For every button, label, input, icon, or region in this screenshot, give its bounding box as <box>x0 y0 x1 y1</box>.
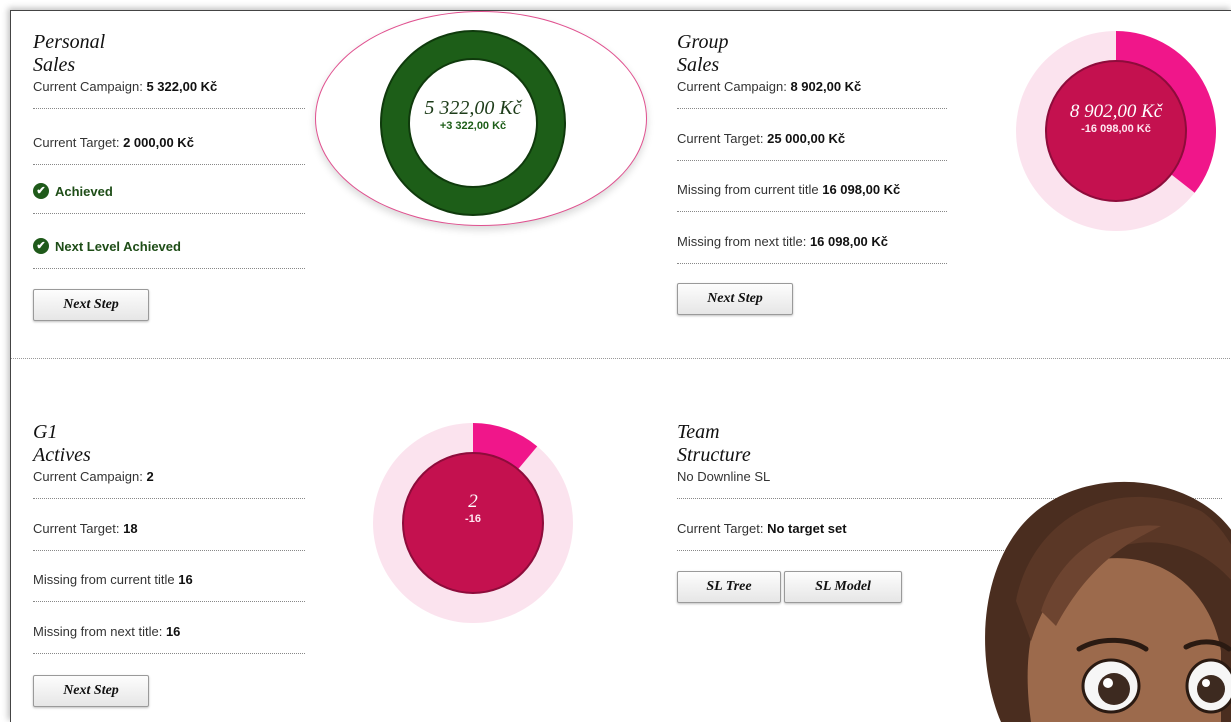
personal-current-target-label: Current Target: <box>33 135 120 150</box>
group-next-step-button[interactable]: Next Step <box>677 283 793 315</box>
team-current-target-value: No target set <box>767 521 847 536</box>
mascot-character-illustration <box>985 482 1231 722</box>
group-donut-text: 8 902,00 Kč -16 098,00 Kč <box>1046 101 1186 135</box>
group-missing-next-value: 16 098,00 Kč <box>809 234 889 249</box>
group-missing-next-label: Missing from next title: <box>677 234 807 249</box>
next-level-achieved-status: ✔ Next Level Achieved <box>33 238 305 269</box>
group-current-campaign-value: 8 902,00 Kč <box>790 79 862 94</box>
sl-model-button[interactable]: SL Model <box>784 571 902 603</box>
next-level-achieved-label: Next Level Achieved <box>55 238 181 254</box>
g1-missing-next-label: Missing from next title: <box>33 624 163 639</box>
g1-current-campaign-value: 2 <box>146 469 154 484</box>
personal-next-step-button[interactable]: Next Step <box>33 289 149 321</box>
group-current-campaign-row: Current Campaign: 8 902,00 Kč <box>677 79 947 109</box>
group-missing-current-row: Missing from current title 16 098,00 Kč <box>677 182 947 212</box>
group-donut-main: 8 902,00 Kč <box>1069 101 1163 122</box>
team-structure-title: Team Structure <box>677 421 751 466</box>
g1-missing-current-label: Missing from current title <box>33 572 175 587</box>
g1-missing-next-value: 16 <box>165 624 181 639</box>
g1-next-step-button[interactable]: Next Step <box>33 675 149 707</box>
g1-current-target-row: Current Target: 18 <box>33 521 305 551</box>
group-current-target-label: Current Target: <box>677 131 764 146</box>
group-current-target-value: 25 000,00 Kč <box>767 131 846 146</box>
g1-current-campaign-label: Current Campaign: <box>33 469 143 484</box>
section-divider <box>11 358 1231 359</box>
personal-current-target-row: Current Target: 2 000,00 Kč <box>33 135 305 165</box>
check-circle-icon: ✔ <box>33 183 49 199</box>
personal-current-campaign-value: 5 322,00 Kč <box>146 79 218 94</box>
personal-current-target-value: 2 000,00 Kč <box>123 135 194 150</box>
g1-donut-main: 2 <box>468 491 478 512</box>
g1-donut-sub: -16 <box>465 513 481 525</box>
personal-current-campaign-row: Current Campaign: 5 322,00 Kč <box>33 79 305 109</box>
dashboard-frame: Personal Sales Current Campaign: 5 322,0… <box>10 10 1231 722</box>
team-current-target-label: Current Target: <box>677 521 764 536</box>
g1-missing-current-row: Missing from current title 16 <box>33 572 305 602</box>
achieved-label: Achieved <box>55 183 113 199</box>
group-missing-next-row: Missing from next title: 16 098,00 Kč <box>677 234 947 264</box>
g1-current-campaign-row: Current Campaign: 2 <box>33 469 305 499</box>
personal-donut-sub: +3 322,00 Kč <box>439 120 507 132</box>
group-missing-current-label: Missing from current title <box>677 182 819 197</box>
personal-current-campaign-label: Current Campaign: <box>33 79 143 94</box>
g1-actives-title: G1 Actives <box>33 421 91 466</box>
personal-sales-title: Personal Sales <box>33 31 106 76</box>
personal-donut-text: 5 322,00 Kč +3 322,00 Kč <box>403 97 543 132</box>
g1-missing-next-row: Missing from next title: 16 <box>33 624 305 654</box>
personal-donut-main: 5 322,00 Kč <box>424 97 522 119</box>
no-downline-label: No Downline SL <box>677 469 771 484</box>
check-circle-icon: ✔ <box>33 238 49 254</box>
sl-tree-button[interactable]: SL Tree <box>677 571 781 603</box>
group-donut-sub: -16 098,00 Kč <box>1081 123 1151 135</box>
achieved-status: ✔ Achieved <box>33 183 305 214</box>
g1-current-target-value: 18 <box>123 521 138 536</box>
group-current-target-row: Current Target: 25 000,00 Kč <box>677 131 947 161</box>
g1-donut-text: 2 -16 <box>403 491 543 525</box>
g1-current-target-label: Current Target: <box>33 521 120 536</box>
g1-missing-current-value: 16 <box>178 572 193 587</box>
group-current-campaign-label: Current Campaign: <box>677 79 787 94</box>
group-sales-title: Group Sales <box>677 31 729 76</box>
group-missing-current-value: 16 098,00 Kč <box>822 182 901 197</box>
